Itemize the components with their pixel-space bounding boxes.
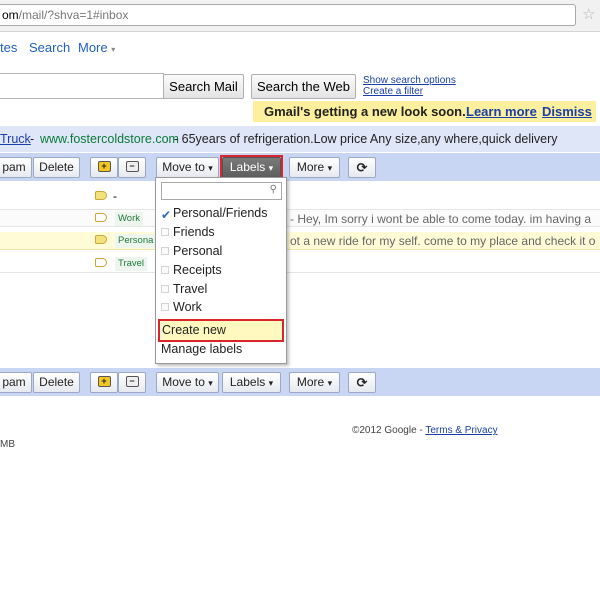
message-row[interactable]: - [0,188,600,206]
important-marker-icon[interactable] [95,235,107,244]
checkbox-icon [161,284,169,293]
menu-item-label: Travel [173,282,208,296]
show-search-options-link[interactable]: Show search options [363,75,456,86]
copyright-text: ©2012 Google - [352,425,423,436]
sponsored-ad-line: Truck - www.fostercoldstore.com - 65year… [0,126,600,152]
move-to-button[interactable]: Move to ▾ [156,372,219,393]
label-chip-travel[interactable]: Travel [115,257,148,271]
refresh-icon: ⟳ [356,375,368,390]
toolbar-top: pam Delete + − Move to ▾ Labels ▾ More ▾… [0,153,600,181]
important-marker-icon[interactable] [95,191,107,200]
move-to-label: Move to [162,375,205,389]
more-actions-button[interactable]: More ▾ [289,372,340,393]
mark-not-important-button[interactable]: − [118,372,146,393]
message-snippet: - [113,189,117,203]
important-marker-icon[interactable] [95,258,107,267]
menu-item-personal-friends[interactable]: ✔ Personal/Friends [161,204,283,223]
delete-button[interactable]: Delete [33,372,80,393]
checkbox-icon [161,227,169,236]
url-path: /mail/?shva=1#inbox [18,8,129,22]
delete-button[interactable]: Delete [33,157,80,178]
toolbar-bottom: pam Delete + − Move to ▾ Labels ▾ More ▾… [0,368,600,396]
refresh-icon: ⟳ [356,160,368,175]
nav-link-more[interactable]: More ▾ [78,40,115,55]
dismiss-link[interactable]: Dismiss [542,101,592,122]
search-icon: ⚲ [269,184,277,195]
menu-item-label: Work [173,300,202,314]
add-important-icon: + [97,376,111,388]
report-spam-button[interactable]: pam [0,157,32,178]
menu-item-label: Personal [173,244,223,258]
label-search-input[interactable]: ⚲ [161,182,282,200]
more-actions-button[interactable]: More ▾ [289,157,340,178]
add-important-icon: + [97,161,111,173]
search-input[interactable] [0,73,164,99]
search-web-button[interactable]: Search the Web [251,74,356,99]
chevron-down-icon: ▾ [268,378,274,388]
menu-item-personal[interactable]: Personal [161,242,283,261]
notice-text: Gmail's getting a new look soon. [264,104,466,119]
ad-separator: - [30,132,35,146]
url-host: om [2,8,19,22]
more-label: More [296,160,325,174]
chevron-down-icon: ▾ [327,163,333,173]
remove-important-icon: − [125,161,139,173]
terms-privacy-link[interactable]: Terms & Privacy [425,425,497,436]
message-row[interactable]: Work - Hey, Im sorry i wont be able to c… [0,209,600,227]
message-snippet: ot a new ride for my self. come to my pl… [290,234,596,248]
remove-important-icon: − [125,376,139,388]
more-label: More [296,375,325,389]
chevron-down-icon: ▾ [327,378,333,388]
message-snippet: - Hey, Im sorry i wont be able to come t… [290,212,592,226]
checkbox-icon [161,246,169,255]
ad-title-link[interactable]: Truck [0,126,31,152]
refresh-button[interactable]: ⟳ [348,372,376,393]
chevron-down-icon: ▾ [208,378,213,388]
mark-important-button[interactable]: + [90,372,118,393]
message-row[interactable]: Travel [0,255,600,273]
footer-copyright: ©2012 Google - Terms & Privacy [352,425,498,436]
important-marker-icon[interactable] [95,213,107,222]
url-field[interactable]: om/mail/?shva=1#inbox [0,4,576,26]
nav-more-label: More [78,40,108,55]
ad-text: - 65years of refrigeration.Low price Any… [174,132,558,146]
labels-button[interactable]: Labels ▾ [222,372,281,393]
menu-item-label: Friends [173,225,215,239]
nav-link-partial[interactable]: tes [0,40,17,55]
learn-more-link[interactable]: Learn more [466,101,537,122]
nav-link-search[interactable]: Search [29,40,70,55]
report-spam-button[interactable]: pam [0,372,32,393]
checkbox-icon [161,265,169,274]
move-to-label: Move to [162,160,205,174]
star-outline-icon[interactable]: ☆ [582,6,595,24]
menu-item-travel[interactable]: Travel [161,280,283,299]
refresh-button[interactable]: ⟳ [348,157,376,178]
checkmark-icon: ✔ [161,207,172,222]
menu-item-label: Receipts [173,263,222,277]
storage-usage-text: MB [0,439,15,450]
browser-address-bar: om/mail/?shva=1#inbox ☆ [0,0,600,32]
create-filter-link[interactable]: Create a filter [363,86,423,97]
ad-url[interactable]: www.fostercoldstore.com [40,126,179,152]
search-mail-button[interactable]: Search Mail [163,74,244,99]
chevron-down-icon: ▾ [208,163,213,173]
checkbox-icon [161,302,169,311]
labels-label: Labels [229,375,266,389]
move-to-button[interactable]: Move to ▾ [156,157,219,178]
chevron-down-icon: ▾ [111,45,116,54]
menu-item-label: Personal/Friends [173,206,268,220]
menu-item-friends[interactable]: Friends [161,223,283,242]
create-new-highlight [158,319,284,342]
label-chip-personal[interactable]: Persona [115,234,157,248]
menu-item-receipts[interactable]: Receipts [161,261,283,280]
menu-item-work[interactable]: Work [161,298,283,317]
manage-labels-item[interactable]: Manage labels [161,340,283,359]
new-look-notice: Gmail's getting a new look soon. Learn m… [253,101,596,122]
label-chip-work[interactable]: Work [115,212,143,226]
mark-important-button[interactable]: + [90,157,118,178]
message-row[interactable]: Persona ot a new ride for my self. come … [0,232,600,250]
mark-not-important-button[interactable]: − [118,157,146,178]
